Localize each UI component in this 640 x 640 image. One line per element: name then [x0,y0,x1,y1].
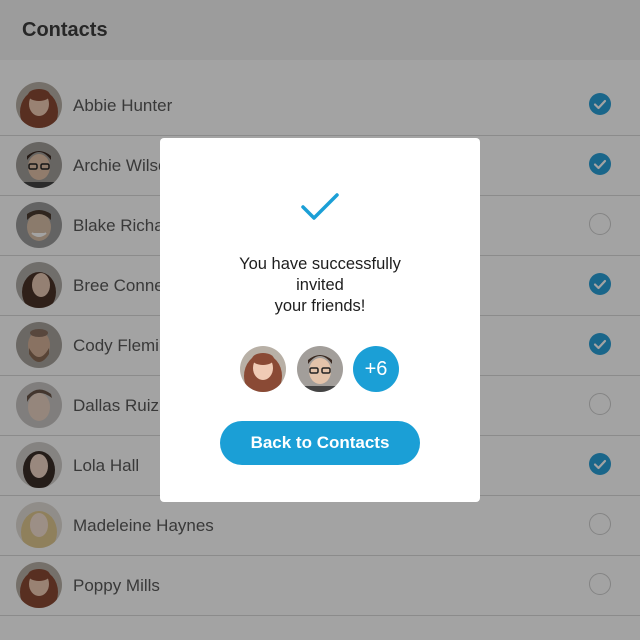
back-to-contacts-button[interactable]: Back to Contacts [220,421,420,465]
checkmark-icon [301,193,339,220]
avatar [297,346,343,392]
invite-success-dialog: You have successfully invited your frien… [160,138,480,502]
success-message: You have successfully invited your frien… [239,255,401,315]
more-count-badge: +6 [353,346,399,392]
avatar [240,346,286,392]
